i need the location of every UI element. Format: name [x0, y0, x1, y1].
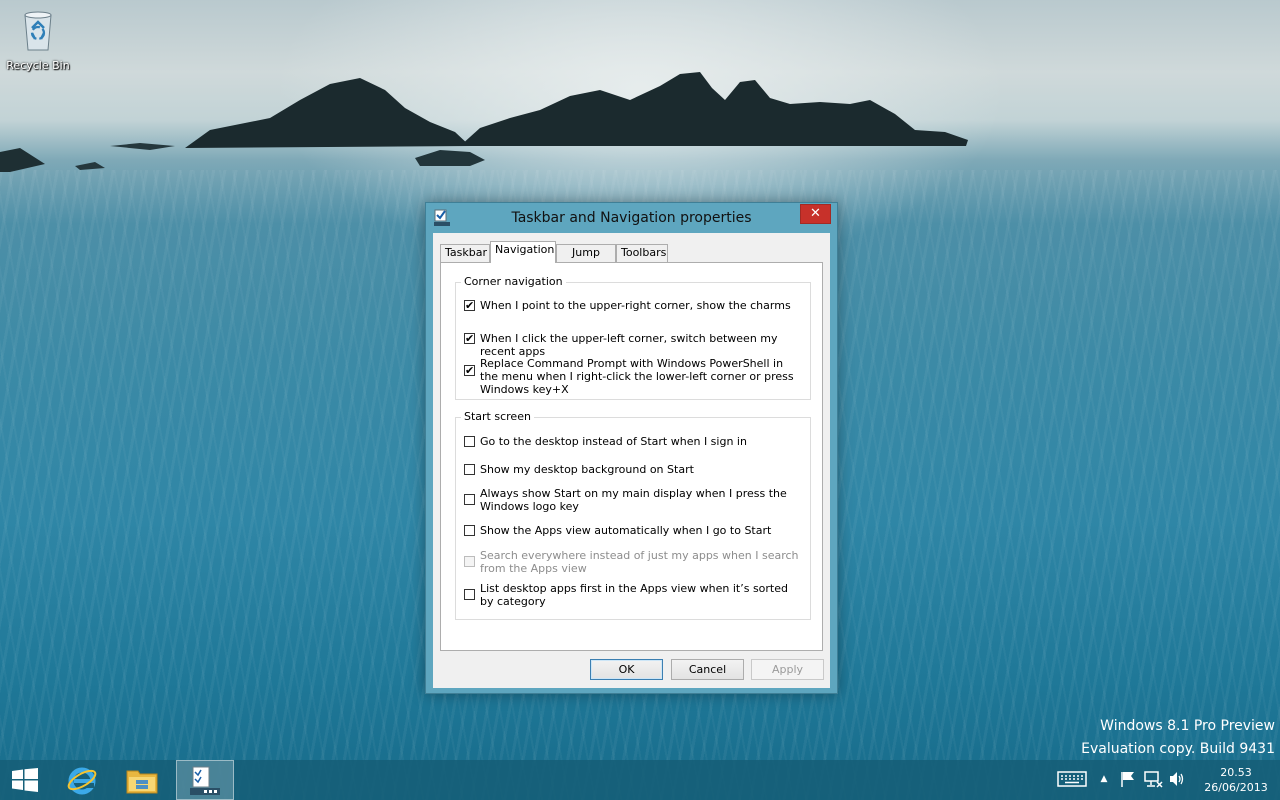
- option-start-on-main-display[interactable]: Always show Start on my main display whe…: [464, 487, 804, 515]
- option-desktop-background-on-start[interactable]: Show my desktop background on Start: [464, 463, 804, 477]
- watermark-edition: Windows 8.1 Pro Preview: [1100, 718, 1275, 734]
- show-charms-checkbox[interactable]: ✔: [464, 300, 475, 311]
- windows-logo-icon: [12, 768, 38, 792]
- start-on-main-display-checkbox[interactable]: [464, 494, 475, 505]
- show-charms-label: When I point to the upper-right corner, …: [480, 299, 791, 312]
- apply-button: Apply: [751, 659, 824, 680]
- volume-control[interactable]: [1167, 770, 1187, 790]
- desktop-apps-first-checkbox[interactable]: [464, 589, 475, 600]
- option-desktop-apps-first[interactable]: List desktop apps first in the Apps view…: [464, 582, 804, 610]
- action-center-flag[interactable]: [1118, 770, 1138, 790]
- internet-explorer-button[interactable]: [55, 760, 107, 800]
- replace-with-powershell-checkbox[interactable]: ✔: [464, 365, 475, 376]
- switch-recent-apps-label: When I click the upper-left corner, swit…: [480, 332, 778, 358]
- navigation-tab-panel: Corner navigation ✔ When I point to the …: [440, 262, 823, 651]
- corner-navigation-title: Corner navigation: [461, 275, 566, 288]
- option-show-charms[interactable]: ✔ When I point to the upper-right corner…: [464, 299, 804, 313]
- option-go-to-desktop[interactable]: Go to the desktop instead of Start when …: [464, 435, 804, 449]
- go-to-desktop-checkbox[interactable]: [464, 436, 475, 447]
- desktop-background-label: Show my desktop background on Start: [480, 463, 694, 476]
- file-explorer-button[interactable]: [116, 760, 168, 800]
- close-button[interactable]: ✕: [800, 204, 831, 224]
- corner-navigation-group: Corner navigation ✔ When I point to the …: [455, 275, 811, 400]
- network-status[interactable]: [1142, 770, 1164, 790]
- wallpaper-rocks: [0, 72, 968, 172]
- go-to-desktop-label: Go to the desktop instead of Start when …: [480, 435, 747, 448]
- taskbar-properties-icon: [190, 766, 220, 795]
- recycle-bin[interactable]: Recycle Bin: [4, 6, 72, 72]
- tab-jump-lists[interactable]: Jump Lists: [556, 244, 616, 275]
- option-switch-recent-apps[interactable]: ✔ When I click the upper-left corner, sw…: [464, 332, 804, 358]
- taskbar-navigation-properties-dialog: Taskbar and Navigation properties ✕ Task…: [425, 202, 838, 694]
- network-icon: [1144, 771, 1163, 788]
- clock-date: 26/06/2013: [1204, 781, 1268, 794]
- option-show-apps-view[interactable]: Show the Apps view automatically when I …: [464, 524, 804, 538]
- keyboard-icon: [1057, 771, 1087, 787]
- recycle-bin-label: Recycle Bin: [6, 59, 70, 72]
- option-search-everywhere: Search everywhere instead of just my app…: [464, 549, 804, 577]
- ok-button[interactable]: OK: [590, 659, 663, 680]
- desktop-background-checkbox[interactable]: [464, 464, 475, 475]
- dialog-titlebar[interactable]: Taskbar and Navigation properties ✕: [426, 203, 837, 233]
- start-on-main-display-label: Always show Start on my main display whe…: [480, 487, 787, 513]
- show-apps-view-label: Show the Apps view automatically when I …: [480, 524, 772, 537]
- show-apps-view-checkbox[interactable]: [464, 525, 475, 536]
- start-screen-title: Start screen: [461, 410, 534, 423]
- start-button[interactable]: [0, 760, 50, 800]
- chevron-up-icon: ▲: [1100, 774, 1108, 784]
- taskbar: ▲ 20.53 26/06/2013: [0, 760, 1280, 800]
- show-hidden-icons-button[interactable]: ▲: [1096, 774, 1112, 794]
- tab-taskbar[interactable]: Taskbar: [440, 244, 490, 262]
- close-icon: ✕: [810, 206, 821, 221]
- desktop-apps-first-label: List desktop apps first in the Apps view…: [480, 582, 788, 608]
- dialog-client-area: Taskbar Navigation Jump Lists Toolbars C…: [433, 233, 830, 688]
- internet-explorer-icon: [67, 767, 97, 795]
- evaluation-watermark: Windows 8.1 Pro Preview Evaluation copy.…: [1081, 715, 1275, 761]
- switch-recent-apps-checkbox[interactable]: ✔: [464, 333, 475, 344]
- option-replace-with-powershell[interactable]: ✔ Replace Command Prompt with Windows Po…: [464, 357, 804, 396]
- speaker-icon: [1170, 772, 1184, 786]
- replace-with-powershell-label: Replace Command Prompt with Windows Powe…: [480, 357, 794, 396]
- dialog-title: Taskbar and Navigation properties: [511, 210, 752, 226]
- touch-keyboard-button[interactable]: [1056, 770, 1088, 790]
- flag-icon: [1121, 772, 1134, 787]
- watermark-build: Evaluation copy. Build 9431: [1081, 741, 1275, 757]
- tab-toolbars[interactable]: Toolbars: [616, 244, 668, 262]
- cancel-button[interactable]: Cancel: [671, 659, 744, 680]
- clock[interactable]: 20.53 26/06/2013: [1196, 765, 1276, 795]
- clock-time: 20.53: [1220, 766, 1252, 779]
- search-everywhere-checkbox: [464, 556, 475, 567]
- search-everywhere-label: Search everywhere instead of just my app…: [480, 549, 799, 575]
- recycle-bin-icon: [24, 11, 52, 51]
- file-explorer-icon: [126, 770, 158, 794]
- tab-navigation[interactable]: Navigation: [490, 241, 556, 263]
- start-screen-group: Start screen Go to the desktop instead o…: [455, 410, 811, 620]
- taskbar-properties-button[interactable]: [176, 760, 234, 800]
